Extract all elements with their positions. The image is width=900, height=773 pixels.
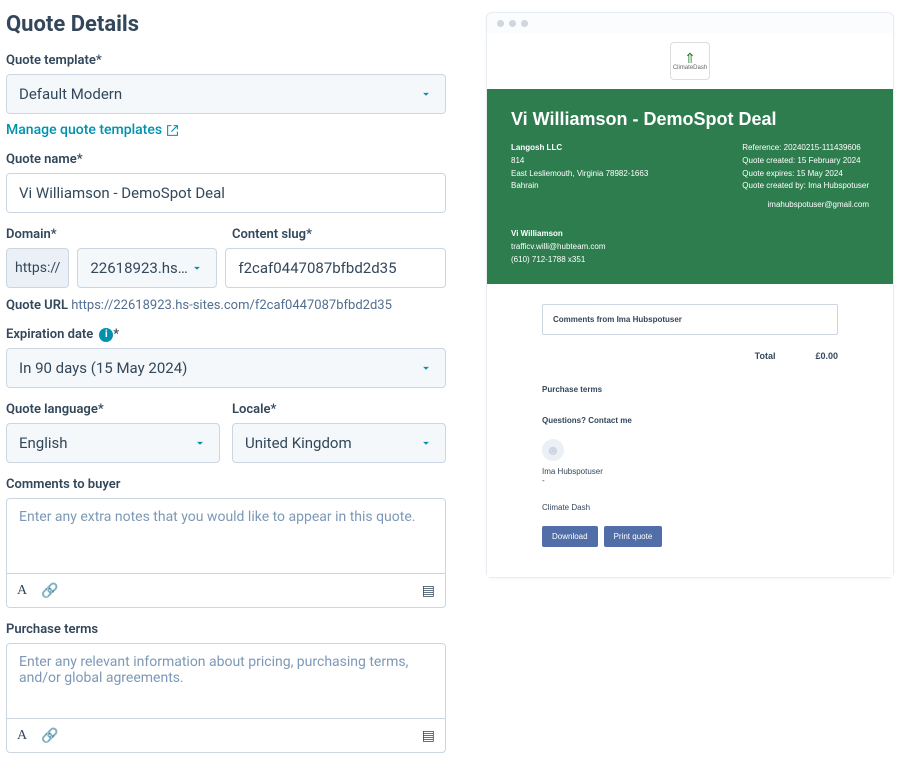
- preview-company-footer: Climate Dash: [542, 503, 838, 512]
- expand-icon[interactable]: ▤: [422, 728, 435, 744]
- manage-templates-label: Manage quote templates: [6, 122, 162, 138]
- language-label: Quote language: [6, 402, 220, 417]
- page-title: Quote Details: [6, 12, 446, 37]
- expiration-label: Expiration date i: [6, 327, 446, 342]
- quote-header: Vi Williamson - DemoSpot Deal Langosh LL…: [487, 89, 893, 284]
- preview-contact-name: Vi Williamson: [511, 228, 869, 241]
- language-select[interactable]: English: [6, 423, 220, 463]
- preview-questions: Questions? Contact me: [542, 416, 838, 425]
- domain-value: 22618923.hs-sites....: [90, 259, 190, 277]
- locale-label: Locale: [232, 402, 446, 417]
- download-button[interactable]: Download: [542, 526, 598, 547]
- external-link-icon: [166, 124, 179, 137]
- expand-icon[interactable]: ▤: [422, 583, 435, 599]
- preview-total-label: Total: [755, 351, 776, 361]
- comments-editor[interactable]: Enter any extra notes that you would lik…: [6, 498, 446, 608]
- quote-template-select[interactable]: Default Modern: [6, 74, 446, 114]
- chevron-down-icon: [193, 436, 207, 450]
- quote-url-line: Quote URL https://22618923.hs-sites.com/…: [6, 298, 446, 313]
- font-icon[interactable]: A: [17, 583, 27, 599]
- preview-total-value: £0.00: [815, 351, 838, 361]
- preview-signer-name: Ima Hubspotuser: [542, 467, 838, 476]
- chevron-down-icon: [419, 436, 433, 450]
- link-icon[interactable]: 🔗: [41, 583, 58, 599]
- preview-created: Quote created: 15 February 2024: [742, 155, 869, 168]
- preview-addr3: Bahrain: [511, 180, 648, 193]
- purchase-label: Purchase terms: [6, 622, 446, 637]
- quote-name-value: Vi Williamson - DemoSpot Deal: [19, 184, 225, 202]
- window-chrome: [487, 13, 893, 33]
- quote-template-label: Quote template: [6, 53, 446, 68]
- locale-select[interactable]: United Kingdom: [232, 423, 446, 463]
- chart-icon: ⇑: [684, 51, 696, 65]
- preview-reference: Reference: 20240215-111439606: [742, 142, 869, 155]
- purchase-toolbar: A 🔗 ▤: [7, 718, 445, 752]
- expiration-select[interactable]: In 90 days (15 May 2024): [6, 348, 446, 388]
- link-icon[interactable]: 🔗: [41, 728, 58, 744]
- info-icon[interactable]: i: [99, 328, 113, 342]
- window-dot: [497, 20, 504, 27]
- window-dot: [509, 20, 516, 27]
- comments-label: Comments to buyer: [6, 477, 446, 492]
- slug-label: Content slug: [232, 227, 446, 242]
- logo-bar: ⇑ ClimateDash: [487, 33, 893, 89]
- manage-templates-link[interactable]: Manage quote templates: [6, 122, 179, 138]
- quote-name-input[interactable]: Vi Williamson - DemoSpot Deal: [6, 173, 446, 213]
- company-logo: ⇑ ClimateDash: [670, 42, 710, 80]
- preview-purchase-terms: Purchase terms: [542, 385, 838, 394]
- quote-name-label: Quote name: [6, 152, 446, 167]
- slug-input[interactable]: f2caf0447087bfbd2d35: [225, 248, 446, 288]
- preview-contact-email: trafficv.willi@hubteam.com: [511, 241, 869, 254]
- language-value: English: [19, 434, 68, 452]
- preview-comments-header: Comments from Ima Hubspotuser: [553, 315, 682, 324]
- preview-deal-title: Vi Williamson - DemoSpot Deal: [511, 109, 869, 130]
- preview-expires: Quote expires: 15 May 2024: [742, 168, 869, 181]
- preview-creator-email: imahubspotuser@gmail.com: [742, 199, 869, 212]
- preview-company: Langosh LLC: [511, 142, 648, 155]
- expiration-value: In 90 days (15 May 2024): [19, 359, 187, 377]
- preview-comments-box: Comments from Ima Hubspotuser: [542, 304, 838, 335]
- quote-url-label: Quote URL: [6, 298, 68, 313]
- quote-preview-window: ⇑ ClimateDash Vi Williamson - DemoSpot D…: [486, 12, 894, 578]
- chevron-down-icon: [190, 261, 204, 275]
- preview-contact-phone: (610) 712-1788 x351: [511, 254, 869, 267]
- font-icon[interactable]: A: [17, 728, 27, 744]
- quote-template-value: Default Modern: [19, 85, 122, 103]
- purchase-placeholder: Enter any relevant information about pri…: [7, 644, 445, 718]
- preview-dash: -: [542, 476, 838, 485]
- print-button[interactable]: Print quote: [604, 526, 663, 547]
- quote-url-value: https://22618923.hs-sites.com/f2caf04470…: [71, 298, 392, 313]
- locale-value: United Kingdom: [245, 434, 352, 452]
- avatar-icon: ☻: [542, 439, 564, 461]
- preview-addr2: East Lesliemouth, Virginia 78982-1663: [511, 168, 648, 181]
- slug-value: f2caf0447087bfbd2d35: [238, 259, 396, 277]
- window-dot: [521, 20, 528, 27]
- preview-addr1: 814: [511, 155, 648, 168]
- preview-created-by: Quote created by: Ima Hubspotuser: [742, 180, 869, 193]
- chevron-down-icon: [419, 361, 433, 375]
- purchase-editor[interactable]: Enter any relevant information about pri…: [6, 643, 446, 753]
- domain-label: Domain: [6, 227, 220, 242]
- comments-toolbar: A 🔗 ▤: [7, 573, 445, 607]
- protocol-prefix: https://: [6, 248, 69, 288]
- comments-placeholder: Enter any extra notes that you would lik…: [7, 499, 445, 573]
- domain-select[interactable]: 22618923.hs-sites....: [77, 248, 217, 288]
- chevron-down-icon: [419, 87, 433, 101]
